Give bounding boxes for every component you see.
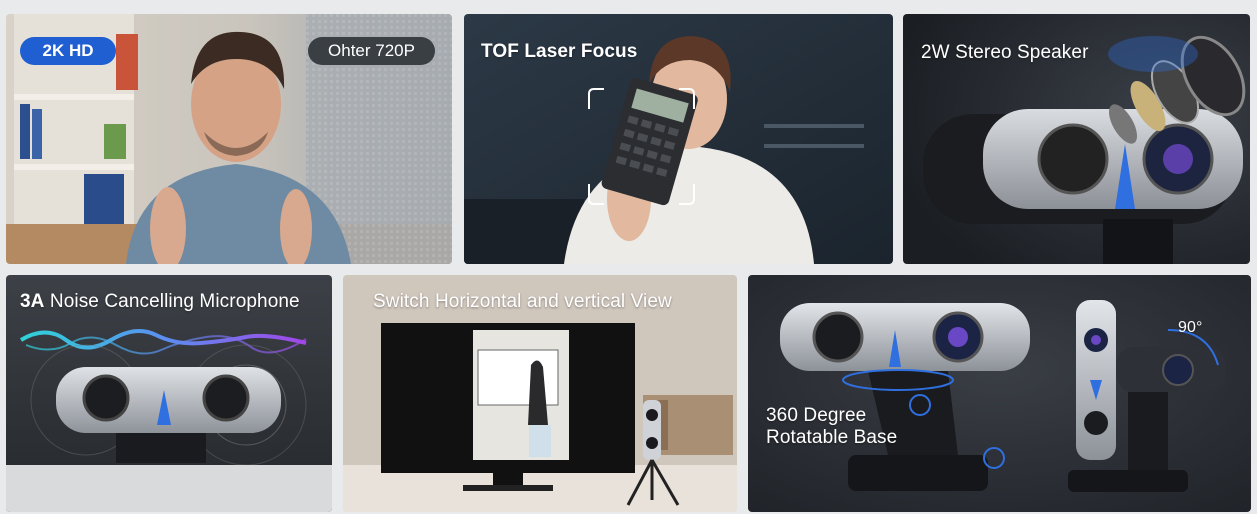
tile-rotation: 360 Degree Rotatable Base 90° bbox=[748, 275, 1251, 512]
speaker-title: 2W Stereo Speaker bbox=[921, 42, 1089, 63]
focus-title: TOF Laser Focus bbox=[481, 41, 638, 62]
rotation-title-line1: 360 Degree bbox=[766, 405, 867, 426]
microphone-title-bold: 3A bbox=[20, 291, 45, 312]
tile-microphone: 3A Noise Cancelling Microphone bbox=[6, 275, 332, 512]
tile-switch-view: Switch Horizontal and vertical View bbox=[343, 275, 737, 512]
rotation-photo bbox=[748, 275, 1251, 512]
rotation-title-line2: Rotatable Base bbox=[766, 427, 898, 448]
microphone-title: 3A Noise Cancelling Microphone bbox=[20, 291, 300, 313]
badge-720p: Ohter 720P bbox=[308, 37, 435, 65]
switch-view-title: Switch Horizontal and vertical View bbox=[373, 291, 672, 312]
badge-2k-hd: 2K HD bbox=[20, 37, 116, 65]
tile-resolution: 2K HD Ohter 720P bbox=[6, 14, 452, 264]
tile-speaker: 2W Stereo Speaker bbox=[903, 14, 1250, 264]
microphone-title-rest: Noise Cancelling Microphone bbox=[44, 291, 300, 312]
tile-focus: TOF Laser Focus bbox=[464, 14, 893, 264]
rotation-angle-label: 90° bbox=[1178, 319, 1203, 336]
